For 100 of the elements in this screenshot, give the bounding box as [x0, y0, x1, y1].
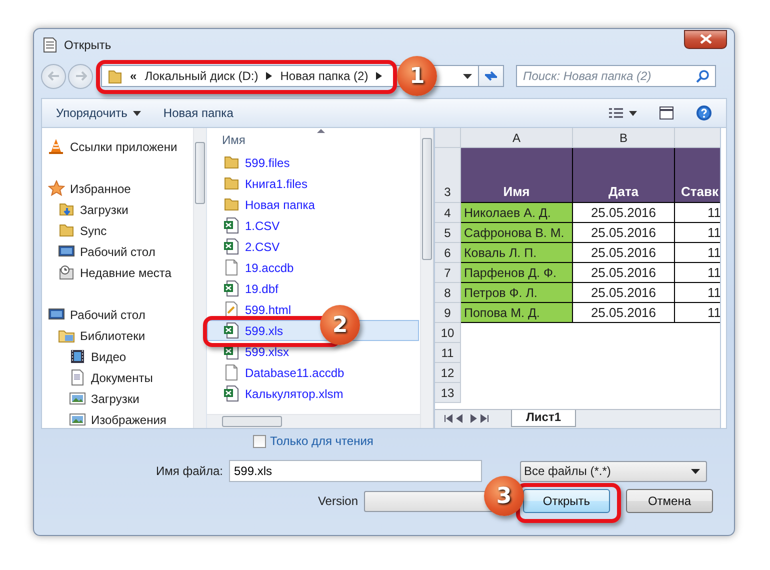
- breadcrumb[interactable]: Новая папка (2): [280, 69, 368, 83]
- navigation-item[interactable]: Ссылки приложени: [42, 136, 193, 157]
- step-number-tooltip: 3: [484, 476, 524, 516]
- row-header: 8: [435, 283, 461, 303]
- back-arrow-icon: [48, 71, 60, 81]
- close-button[interactable]: [684, 30, 727, 48]
- row-header: 5: [435, 223, 461, 243]
- table-cell: 25.05.2016: [573, 203, 675, 223]
- organize-menu-button[interactable]: Упорядочить: [48, 104, 150, 122]
- table-cell: 11: [675, 283, 720, 303]
- table-header-cell: Дата: [573, 148, 675, 203]
- table-cell: 11: [675, 303, 720, 323]
- scrollbar[interactable]: [207, 414, 420, 428]
- navigation-item[interactable]: Рабочий стол: [42, 304, 193, 325]
- table-header-cell: Имя: [461, 148, 573, 203]
- table-header-cell: Ставк: [675, 148, 720, 203]
- table-cell: Петров Ф. Л.: [461, 283, 573, 303]
- table-cell: Николаев А. Д.: [461, 203, 573, 223]
- refresh-button[interactable]: [478, 65, 504, 87]
- navigation-item[interactable]: Рабочий стол: [42, 241, 193, 262]
- document-icon: [69, 369, 86, 386]
- breadcrumb-overflow[interactable]: «: [130, 69, 137, 83]
- forward-arrow-icon: [74, 71, 86, 81]
- folder-icon: [223, 196, 240, 213]
- table-cell: Парфенов Д. Ф.: [461, 263, 573, 283]
- scrollbar[interactable]: [193, 128, 206, 428]
- read-only-checkbox[interactable]: Только для чтения: [253, 434, 374, 448]
- dropdown-caret-icon: [691, 468, 700, 474]
- picture-icon: [69, 390, 86, 407]
- row-header: 11: [435, 343, 461, 363]
- navigation-item[interactable]: Недавние места: [42, 262, 193, 283]
- file-item[interactable]: 2.CSV: [207, 236, 419, 257]
- window-title: Открыть: [64, 38, 112, 52]
- file-item[interactable]: Калькулятор.xlsm: [207, 383, 419, 404]
- file-name-field[interactable]: 599.xls: [229, 460, 482, 482]
- row-header: 4: [435, 203, 461, 223]
- file-item[interactable]: Новая папка: [207, 194, 419, 215]
- open-button[interactable]: Открыть: [523, 489, 610, 513]
- file-item[interactable]: 1.CSV: [207, 215, 419, 236]
- file-type-dropdown[interactable]: Все файлы (*.*): [520, 460, 707, 482]
- row-header: 6: [435, 243, 461, 263]
- table-cell: 25.05.2016: [573, 303, 675, 323]
- row-header: 10: [435, 323, 461, 343]
- folder-icon: [223, 154, 240, 171]
- column-header[interactable]: Имя: [207, 128, 420, 152]
- file-item[interactable]: 599.files: [207, 152, 419, 173]
- table-cell: 11: [675, 263, 720, 283]
- column-header: A: [461, 128, 573, 148]
- spreadsheet-file-icon: [223, 238, 240, 255]
- download-folder-icon: [58, 201, 75, 218]
- navigation-item[interactable]: Изображения: [42, 409, 193, 428]
- row-header: 9: [435, 303, 461, 323]
- navigation-item[interactable]: Документы: [42, 367, 193, 388]
- refresh-icon: [483, 69, 499, 83]
- recent-places-icon: [58, 264, 75, 281]
- navigation-item[interactable]: Избранное: [42, 178, 193, 199]
- film-icon: [69, 348, 86, 365]
- version-label: Version: [316, 494, 359, 508]
- list-view-icon: [609, 108, 623, 118]
- spreadsheet-file-icon: [223, 322, 240, 339]
- table-cell: 11: [675, 203, 720, 223]
- sheet-tab[interactable]: Лист1: [511, 410, 576, 427]
- web-file-icon: [223, 301, 240, 318]
- navigation-item[interactable]: Библиотеки: [42, 325, 193, 346]
- file-item[interactable]: Книга1.files: [207, 173, 419, 194]
- file-item[interactable]: 19.accdb: [207, 257, 419, 278]
- blank-file-icon: [223, 364, 240, 381]
- file-item[interactable]: Database11.accdb: [207, 362, 419, 383]
- document-icon: [43, 37, 57, 53]
- dropdown-caret-icon: [629, 110, 637, 116]
- navigation-item[interactable]: Загрузки: [42, 199, 193, 220]
- dropdown-caret-icon: [133, 110, 142, 116]
- folder-icon: [58, 222, 75, 239]
- scrollbar[interactable]: [420, 128, 433, 428]
- column-header: B: [573, 128, 675, 148]
- navigation-item[interactable]: Видео: [42, 346, 193, 367]
- arrow-icon[interactable]: [266, 72, 272, 80]
- new-folder-button[interactable]: Новая папка: [155, 104, 242, 122]
- help-icon: [696, 105, 712, 121]
- row-header: 13: [435, 383, 461, 403]
- step-number-tooltip: 1: [397, 56, 438, 96]
- breadcrumb[interactable]: Локальный диск (D:): [144, 69, 258, 83]
- row-header: 7: [435, 263, 461, 283]
- table-cell: 25.05.2016: [573, 223, 675, 243]
- table-cell: 25.05.2016: [573, 243, 675, 263]
- table-cell: Сафронова В. М.: [461, 223, 573, 243]
- spreadsheet-file-icon: [223, 385, 240, 402]
- arrow-icon[interactable]: [376, 72, 382, 80]
- row-header: 3: [435, 148, 461, 203]
- cancel-button[interactable]: Отмена: [626, 489, 713, 513]
- search-field[interactable]: Поиск: Новая папка (2): [516, 65, 716, 87]
- navigation-item[interactable]: Загрузки: [42, 388, 193, 409]
- folder-icon: [223, 175, 240, 192]
- table-cell: Коваль Л. П.: [461, 243, 573, 263]
- file-item[interactable]: 19.dbf: [207, 278, 419, 299]
- folder-icon: [108, 68, 122, 84]
- search-icon: [696, 70, 709, 82]
- navigation-item[interactable]: Sync: [42, 220, 193, 241]
- table-cell: 11: [675, 223, 720, 243]
- dropdown-caret-icon[interactable]: [463, 74, 472, 78]
